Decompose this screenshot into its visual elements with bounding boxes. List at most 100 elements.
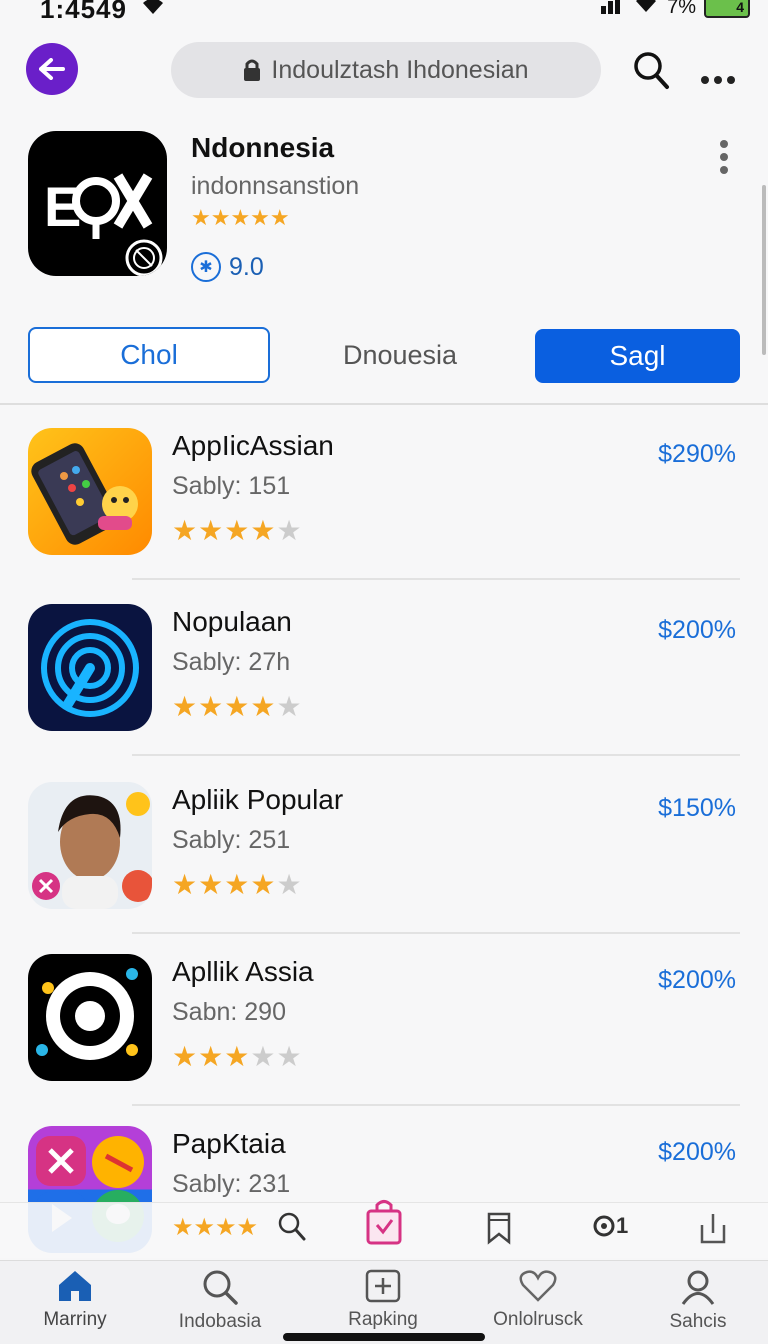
app-icon: E xyxy=(28,131,167,276)
item-subtitle: Sably: 251 xyxy=(172,826,291,854)
tab-label: Sahcis xyxy=(669,1311,727,1332)
status-bar: 1:4549 7% 4 xyxy=(0,0,768,24)
url-bar[interactable]: Indoulztash Ihdonesian xyxy=(171,42,601,98)
wifi-icon xyxy=(140,0,166,21)
tab-label: Rapking xyxy=(348,1309,418,1330)
ring-app-icon xyxy=(28,954,152,1081)
star-filled-icon: ★ xyxy=(224,515,251,546)
divider xyxy=(132,1104,740,1106)
item-price: $200% xyxy=(658,616,736,644)
search-icon[interactable] xyxy=(277,1211,307,1248)
list-item[interactable]: Apllik Assia Sabn: 290 ★★★★★ $200% xyxy=(0,954,768,1126)
item-name: Apllik Assia xyxy=(172,956,314,987)
home-indicator[interactable] xyxy=(283,1333,485,1341)
url-text: Indoulztash Ihdonesian xyxy=(271,55,529,84)
item-stars: ★★★★★ xyxy=(172,690,303,723)
item-price: $290% xyxy=(658,440,736,468)
list-item[interactable]: Apliik Popular Sably: 251 ★★★★★ $150% xyxy=(0,782,768,954)
divider xyxy=(132,754,740,756)
star-filled-icon: ★ xyxy=(224,1041,251,1072)
kebab-dot xyxy=(720,153,728,161)
star-empty-icon: ★ xyxy=(276,869,303,900)
star-filled-icon: ★ xyxy=(198,1041,225,1072)
item-stars: ★★★★★ xyxy=(172,868,303,901)
list-item[interactable]: Nopulaan Sably: 27h ★★★★★ $200% xyxy=(0,604,768,776)
battery-icon: 4 xyxy=(704,0,750,18)
wifi-icon-right xyxy=(633,0,659,20)
home-icon xyxy=(59,1271,91,1301)
item-stars: ★★★★★ xyxy=(172,514,303,547)
tab-search[interactable]: Indobasia xyxy=(155,1269,285,1333)
share-icon[interactable] xyxy=(698,1211,728,1250)
profile-icon xyxy=(681,1270,715,1305)
segment-outline-button[interactable]: Chol xyxy=(28,327,270,383)
star-filled-icon: ★ xyxy=(198,691,225,722)
star-filled-icon: ★ xyxy=(198,869,225,900)
item-name: Apliik Popular xyxy=(172,784,344,815)
shopping-bag-icon[interactable] xyxy=(366,1199,402,1250)
item-name: Nopulaan xyxy=(172,606,292,637)
app-options-button[interactable] xyxy=(720,140,728,174)
signal-icon xyxy=(601,0,625,20)
tab-favorites[interactable]: Onlolrusck xyxy=(473,1269,603,1331)
star-filled-icon: ★ xyxy=(224,691,251,722)
star-empty-icon: ★ xyxy=(276,691,303,722)
rating-badge-icon: ✱ xyxy=(191,252,221,282)
target-app-icon xyxy=(28,604,152,731)
add-square-icon xyxy=(365,1269,401,1303)
tab-label: Onlolrusck xyxy=(493,1309,583,1330)
star-filled-icon: ★ xyxy=(250,691,277,722)
arrow-left-icon xyxy=(39,58,65,80)
tab-bar: Marriny Indobasia Rapking Onlolrusck Sah… xyxy=(0,1260,768,1344)
kebab-dot xyxy=(720,140,728,148)
item-price: $200% xyxy=(658,1138,736,1166)
rating-value: 9.0 xyxy=(229,252,264,281)
app-subtitle: indonnsanstion xyxy=(191,172,360,200)
back-button[interactable] xyxy=(26,43,78,95)
tab-home[interactable]: Marriny xyxy=(10,1269,140,1331)
refresh-label: 1 xyxy=(616,1213,629,1238)
phone-app-icon xyxy=(28,428,152,555)
tab-ranking[interactable]: Rapking xyxy=(318,1269,448,1331)
item-name: PapKtaia xyxy=(172,1128,286,1159)
refresh-icon xyxy=(593,1215,615,1237)
segment-plain-button[interactable]: Dnouesia xyxy=(300,327,500,383)
star-filled-icon: ★ xyxy=(172,869,199,900)
list-item[interactable]: AppIicAssian Sably: 151 ★★★★★ $290% xyxy=(0,428,768,600)
star-filled-icon: ★ xyxy=(172,1041,199,1072)
status-time: 1:4549 xyxy=(40,0,127,24)
star-filled-icon: ★ xyxy=(198,515,225,546)
item-subtitle: Sably: 151 xyxy=(172,472,291,500)
more-button[interactable] xyxy=(700,62,736,93)
star-filled-icon: ★ xyxy=(250,869,277,900)
divider xyxy=(132,578,740,580)
star-filled-icon: ★ xyxy=(250,515,277,546)
tab-profile[interactable]: Sahcis xyxy=(633,1269,763,1333)
scrollbar[interactable] xyxy=(762,185,766,355)
item-subtitle: Sably: 231 xyxy=(172,1170,291,1198)
lock-icon xyxy=(244,59,261,81)
app-title: Ndonnesia xyxy=(191,132,335,163)
segment-primary-button[interactable]: Sagl xyxy=(535,329,740,383)
star-empty-icon: ★ xyxy=(276,1041,303,1072)
bookmark-icon[interactable] xyxy=(486,1211,512,1250)
refresh-button[interactable]: 1 xyxy=(592,1213,628,1239)
tab-label: Indobasia xyxy=(178,1311,262,1332)
star-empty-icon: ★ xyxy=(250,1041,277,1072)
battery-percent: 7% xyxy=(667,0,696,18)
item-name: AppIicAssian xyxy=(172,430,334,461)
item-subtitle: Sabn: 290 xyxy=(172,998,286,1026)
item-price: $200% xyxy=(658,966,736,994)
tab-label: Marriny xyxy=(43,1309,107,1330)
divider xyxy=(132,932,740,934)
star-filled-icon: ★ xyxy=(172,515,199,546)
heart-icon xyxy=(519,1270,557,1302)
item-stars: ★★★★★ xyxy=(172,1040,303,1073)
more-horizontal-icon xyxy=(701,76,735,84)
app-rating: ✱ 9.0 xyxy=(191,252,264,282)
item-price: $150% xyxy=(658,794,736,822)
portrait-app-icon xyxy=(28,782,152,909)
star-empty-icon: ★ xyxy=(276,515,303,546)
divider xyxy=(0,403,768,405)
search-button[interactable] xyxy=(632,50,670,95)
